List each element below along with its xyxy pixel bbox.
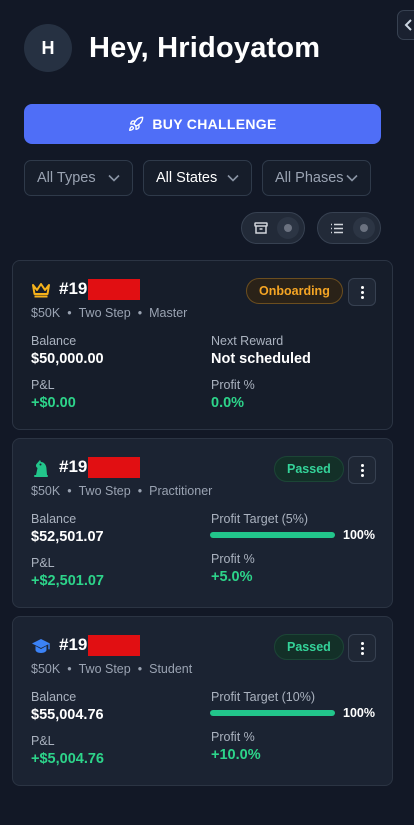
balance-value: $52,501.07	[31, 529, 104, 545]
balance-label: Balance	[31, 512, 77, 526]
greeting-text: Hey, Hridoyatom	[89, 31, 321, 64]
account-title: #19	[31, 457, 141, 479]
next-reward-label: Next Reward	[211, 334, 284, 348]
more-options-button[interactable]	[348, 278, 376, 306]
chevron-down-icon	[346, 174, 358, 182]
filter-bar: All Types All States All Phases	[24, 160, 371, 196]
archive-toggle[interactable]	[241, 212, 305, 244]
account-title: #19	[31, 279, 141, 301]
account-card[interactable]: #19 $50K • Two Step • Practitioner Passed Ba…	[12, 438, 393, 608]
balance-label: Balance	[31, 690, 77, 704]
account-meta: $50K • Two Step • Practitioner	[31, 484, 213, 498]
account-card[interactable]: #19 $50K • Two Step • Student Passed Balance…	[12, 616, 393, 786]
list-icon	[331, 223, 343, 233]
redaction-box	[88, 457, 141, 479]
account-number: #19	[59, 279, 141, 301]
filter-states-label: All States	[156, 170, 218, 186]
chess-knight-icon	[31, 458, 51, 478]
greeting-header: H Hey, Hridoyatom	[24, 24, 320, 72]
balance-value: $50,000.00	[31, 351, 104, 367]
profit-target-percent: 100%	[343, 528, 375, 542]
status-badge: Onboarding	[246, 278, 343, 304]
list-toggle-knob	[353, 217, 375, 239]
status-badge: Passed	[274, 634, 344, 660]
profit-target-progress-bar	[210, 532, 335, 538]
account-number: #19	[59, 635, 141, 657]
profit-percent-label: Profit %	[211, 552, 255, 566]
list-view-toggle[interactable]	[317, 212, 381, 244]
balance-value: $55,004.76	[31, 707, 104, 723]
collapse-sidebar-button[interactable]	[397, 10, 414, 40]
redaction-box	[88, 279, 141, 301]
next-reward-value: Not scheduled	[211, 351, 311, 367]
profit-target-progress-bar	[210, 710, 335, 716]
rocket-icon	[129, 116, 144, 131]
account-card[interactable]: #19 $50K • Two Step • Master Onboarding Bala…	[12, 260, 393, 430]
profit-percent-value: +10.0%	[211, 747, 261, 763]
more-options-button[interactable]	[348, 634, 376, 662]
profit-target-label: Profit Target (5%)	[211, 512, 309, 526]
profit-percent-label: Profit %	[211, 730, 255, 744]
filter-states-select[interactable]: All States	[143, 160, 252, 196]
pnl-value: +$0.00	[31, 395, 76, 411]
chevron-down-icon	[108, 174, 120, 182]
filter-phases-label: All Phases	[275, 170, 344, 186]
profit-percent-value: 0.0%	[211, 395, 245, 411]
buy-challenge-button[interactable]: BUY CHALLENGE	[24, 104, 381, 144]
filter-phases-select[interactable]: All Phases	[262, 160, 371, 196]
chevron-down-icon	[227, 174, 239, 182]
balance-label: Balance	[31, 334, 77, 348]
more-options-button[interactable]	[348, 456, 376, 484]
pnl-value: +$2,501.07	[31, 573, 104, 589]
dashboard-page: H Hey, Hridoyatom BUY CHALLENGE All Type…	[0, 0, 414, 825]
account-meta: $50K • Two Step • Master	[31, 306, 188, 320]
profit-target-label: Profit Target (10%)	[211, 690, 315, 704]
profit-percent-label: Profit %	[211, 378, 255, 392]
chevron-left-icon	[404, 19, 412, 31]
redaction-box	[88, 635, 141, 657]
profit-percent-value: +5.0%	[211, 569, 253, 585]
filter-types-label: All Types	[37, 170, 96, 186]
account-title: #19	[31, 635, 141, 657]
archive-toggle-knob	[277, 217, 299, 239]
account-meta: $50K • Two Step • Student	[31, 662, 193, 676]
graduation-cap-icon	[31, 636, 51, 656]
filter-types-select[interactable]: All Types	[24, 160, 133, 196]
pnl-label: P&L	[31, 378, 55, 392]
pnl-value: +$5,004.76	[31, 751, 104, 767]
crown-icon	[31, 280, 51, 300]
avatar[interactable]: H	[24, 24, 72, 72]
pnl-label: P&L	[31, 556, 55, 570]
buy-challenge-label: BUY CHALLENGE	[152, 116, 277, 132]
status-badge: Passed	[274, 456, 344, 482]
view-toggles	[241, 212, 381, 244]
account-number: #19	[59, 457, 141, 479]
archive-icon	[254, 222, 268, 234]
pnl-label: P&L	[31, 734, 55, 748]
profit-target-percent: 100%	[343, 706, 375, 720]
